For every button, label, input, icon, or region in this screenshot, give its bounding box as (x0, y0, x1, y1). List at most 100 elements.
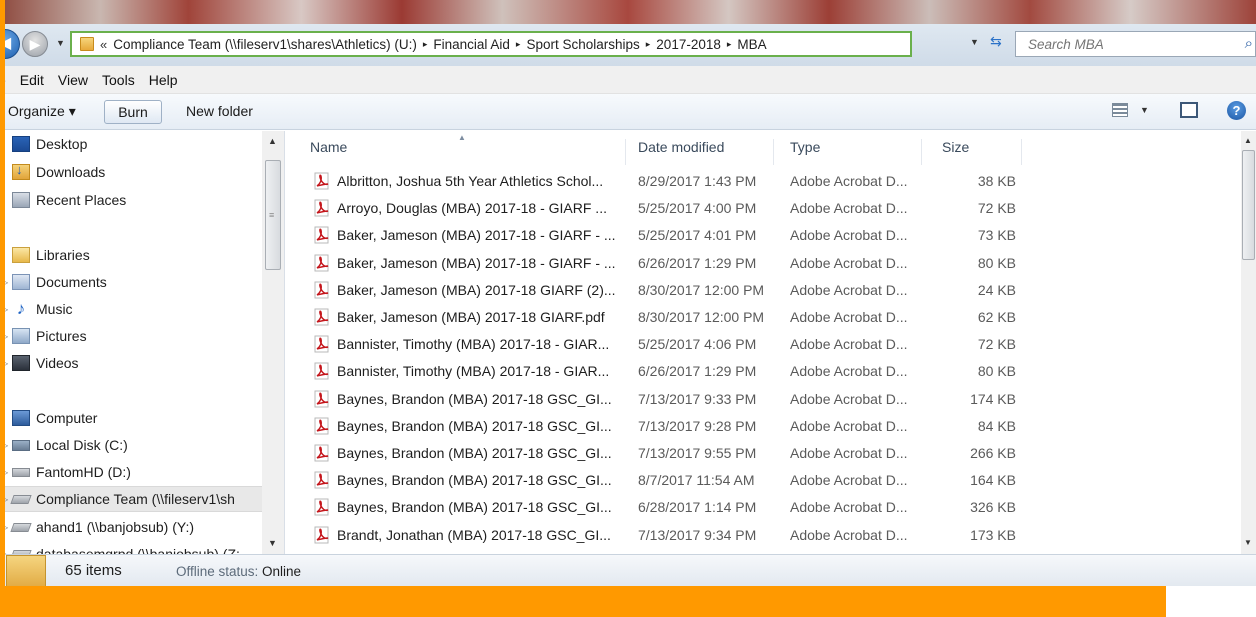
scroll-down-icon[interactable]: ▼ (268, 538, 277, 548)
nav-item-desktop[interactable]: Desktop (0, 131, 262, 157)
file-type: Adobe Acrobat D... (790, 227, 908, 244)
file-row[interactable]: Baynes, Brandon (MBA) 2017-18 GSC_GI... 7… (286, 387, 1246, 413)
search-box[interactable]: ⌕ (1015, 31, 1256, 57)
file-row[interactable]: Bannister, Timothy (MBA) 2017-18 - GIAR.… (286, 332, 1246, 358)
scroll-grip-icon: ≡ (269, 210, 275, 220)
file-size: 164 KB (970, 472, 1016, 489)
menu-edit[interactable]: Edit (20, 72, 44, 88)
scroll-up-icon[interactable]: ▲ (1244, 136, 1252, 145)
nav-item-documents[interactable]: ▷ Documents (0, 269, 262, 295)
file-date-modified: 7/13/2017 9:55 PM (638, 445, 757, 461)
breadcrumb-2017-2018[interactable]: 2017-2018 (656, 37, 721, 52)
pdf-file-icon (314, 254, 330, 272)
file-row[interactable]: Arroyo, Douglas (MBA) 2017-18 - GIARF ..… (286, 196, 1246, 222)
file-type: Adobe Acrobat D... (790, 499, 908, 516)
highlight-border (0, 0, 5, 617)
file-date-modified: 5/25/2017 4:00 PM (638, 200, 757, 217)
file-type: Adobe Acrobat D... (790, 173, 908, 189)
new-folder-button[interactable]: New folder (180, 100, 259, 124)
breadcrumb-separator-icon[interactable]: ▸ (516, 39, 521, 50)
file-type: Adobe Acrobat D... (790, 309, 908, 325)
file-size: 84 KB (977, 417, 1016, 434)
nav-item-libraries[interactable]: Libraries (0, 242, 262, 268)
breadcrumb-separator-icon[interactable]: ▸ (646, 39, 651, 50)
file-type: Adobe Acrobat D... (790, 336, 908, 353)
column-header-name[interactable]: Name (286, 139, 626, 165)
status-bar: 65 items Offline status: Online (0, 554, 1256, 587)
breadcrumb-separator-icon[interactable]: ▸ (727, 39, 732, 50)
file-row[interactable]: Baker, Jameson (MBA) 2017-18 GIARF.pdf 8/… (286, 305, 1246, 331)
file-date-modified: 7/13/2017 9:28 PM (638, 417, 757, 434)
network-drive-icon (10, 522, 32, 532)
file-row[interactable]: Bannister, Timothy (MBA) 2017-18 - GIAR.… (286, 359, 1246, 385)
file-name: Bannister, Timothy (MBA) 2017-18 - GIAR.… (337, 363, 610, 380)
menu-tools[interactable]: Tools (102, 72, 135, 88)
nav-item-databasemgrpd[interactable]: ▷ databasemgrpd (\\banjobsub) (Z: (0, 541, 262, 554)
file-size: 80 KB (977, 363, 1016, 380)
nav-item-ahand1[interactable]: ▷ ahand1 (\\banjobsub) (Y:) (0, 514, 262, 540)
breadcrumb-separator-icon[interactable]: ▸ (423, 39, 428, 50)
videos-icon (12, 355, 30, 371)
file-scrollbar-thumb[interactable] (1242, 150, 1255, 260)
forward-button[interactable]: ▶ (22, 31, 48, 57)
menu-help[interactable]: Help (149, 72, 178, 88)
file-size: 266 KB (970, 445, 1016, 461)
pdf-file-icon (314, 172, 330, 190)
file-name: Baynes, Brandon (MBA) 2017-18 GSC_GI... (337, 417, 612, 434)
refresh-icon[interactable]: ⇆ (990, 33, 1002, 50)
file-name: Baker, Jameson (MBA) 2017-18 - GIARF - .… (337, 227, 616, 244)
file-row[interactable]: Baker, Jameson (MBA) 2017-18 - GIARF - .… (286, 223, 1246, 249)
change-view-icon[interactable] (1112, 103, 1128, 117)
organize-button[interactable]: Organize ▾ (2, 100, 82, 124)
documents-icon (12, 274, 30, 290)
nav-item-fantomhd[interactable]: ▷ FantomHD (D:) (0, 459, 262, 485)
pdf-file-icon (314, 199, 330, 217)
nav-item-computer[interactable]: Computer (0, 405, 262, 431)
nav-item-recent-places[interactable]: Recent Places (0, 187, 262, 213)
command-toolbar: Organize ▾ Burn New folder ▼ ? (0, 94, 1256, 130)
address-history-dropdown[interactable]: ▼ (970, 37, 979, 47)
file-size: 80 KB (977, 254, 1016, 271)
music-icon: ♪ (16, 299, 26, 318)
burn-button[interactable]: Burn (104, 100, 162, 124)
column-header-date-modified[interactable]: Date modified (626, 139, 774, 165)
breadcrumb-financial-aid[interactable]: Financial Aid (433, 37, 510, 52)
search-input[interactable] (1016, 32, 1216, 56)
nav-item-compliance-team[interactable]: ▷ Compliance Team (\\fileserv1\sh (0, 486, 262, 512)
scroll-down-icon[interactable]: ▼ (1244, 538, 1252, 547)
drive-icon (12, 467, 30, 477)
pdf-file-icon (314, 471, 330, 489)
file-row[interactable]: Baynes, Brandon (MBA) 2017-18 GSC_GI... 7… (286, 441, 1246, 467)
nav-item-local-disk[interactable]: ▷ Local Disk (C:) (0, 432, 262, 458)
column-header-type[interactable]: Type (774, 139, 922, 165)
breadcrumb-mba[interactable]: MBA (737, 37, 766, 52)
file-row[interactable]: Baker, Jameson (MBA) 2017-18 GIARF (2)..… (286, 278, 1246, 304)
nav-item-videos[interactable]: ▷ Videos (0, 350, 262, 376)
address-overflow-chevrons[interactable]: « (100, 37, 107, 52)
search-icon[interactable]: ⌕ (1245, 35, 1253, 52)
file-name: Baynes, Brandon (MBA) 2017-18 GSC_GI... (337, 445, 612, 461)
file-row[interactable]: Baynes, Brandon (MBA) 2017-18 GSC_GI... 8… (286, 468, 1246, 494)
scroll-up-icon[interactable]: ▲ (268, 136, 277, 146)
file-size: 62 KB (977, 309, 1016, 325)
breadcrumb-sport-scholarships[interactable]: Sport Scholarships (526, 37, 639, 52)
file-row[interactable]: Baynes, Brandon (MBA) 2017-18 GSC_GI... 6… (286, 495, 1246, 521)
preview-pane-icon[interactable] (1180, 102, 1198, 118)
view-options-dropdown[interactable]: ▼ (1140, 105, 1149, 115)
recent-pages-dropdown[interactable]: ▼ (56, 38, 65, 48)
breadcrumb-compliance-team[interactable]: Compliance Team (\\fileserv1\shares\Athl… (113, 37, 417, 52)
file-row[interactable]: Albritton, Joshua 5th Year Athletics Sch… (286, 169, 1246, 195)
file-type: Adobe Acrobat D... (790, 417, 908, 434)
file-row[interactable]: Baker, Jameson (MBA) 2017-18 - GIARF - .… (286, 251, 1246, 277)
nav-item-downloads[interactable]: Downloads (0, 159, 262, 185)
column-header-size[interactable]: Size (922, 139, 1022, 165)
file-row[interactable]: Baynes, Brandon (MBA) 2017-18 GSC_GI... 7… (286, 414, 1246, 440)
nav-item-music[interactable]: ▷ ♪ Music (0, 296, 262, 322)
address-bar[interactable]: « Compliance Team (\\fileserv1\shares\At… (70, 31, 912, 57)
nav-item-label: ahand1 (\\banjobsub) (Y:) (36, 519, 194, 535)
file-row[interactable]: Brandt, Jonathan (MBA) 2017-18 GSC_GI...… (286, 523, 1246, 549)
help-icon[interactable]: ? (1227, 101, 1246, 120)
file-type: Adobe Acrobat D... (790, 281, 908, 298)
menu-view[interactable]: View (58, 72, 88, 88)
nav-item-pictures[interactable]: ▷ Pictures (0, 323, 262, 349)
